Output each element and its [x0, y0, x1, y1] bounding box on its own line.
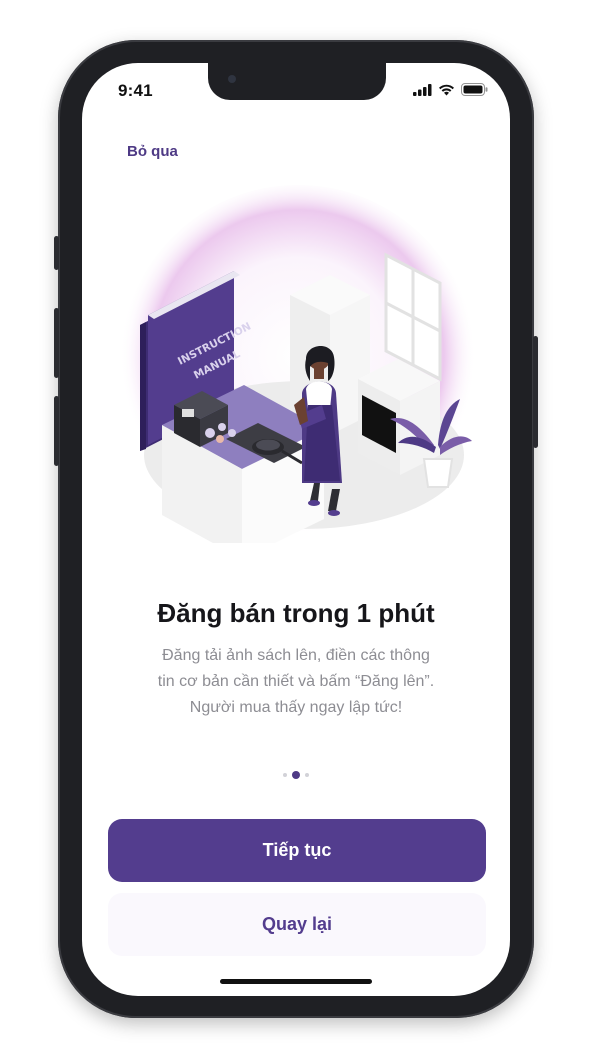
- page-dot-1[interactable]: [283, 773, 287, 777]
- onboarding-title: Đăng bán trong 1 phút: [157, 598, 435, 628]
- front-camera: [228, 75, 236, 83]
- notch: [208, 63, 386, 100]
- phone-frame: 9:41 Bỏ qua INSTRUCTION MANUAL Đăng bán …: [54, 40, 538, 1018]
- back-button[interactable]: Quay lại: [108, 893, 486, 956]
- screen: 9:41 Bỏ qua INSTRUCTION MANUAL Đăng bán …: [82, 63, 510, 996]
- status-time: 9:41: [118, 81, 153, 100]
- wifi-icon: [439, 84, 454, 95]
- oven: [358, 359, 440, 475]
- cellular-signal-icon: [413, 83, 432, 96]
- description-line-1: Đăng tải ảnh sách lên, điền các thông: [162, 647, 430, 664]
- description-line-3: Người mua thấy ngay lập tức!: [189, 699, 403, 716]
- continue-button[interactable]: Tiếp tục: [108, 819, 486, 882]
- cooking-manual-illustration: INSTRUCTION MANUAL: [122, 185, 474, 543]
- home-indicator: [220, 979, 372, 984]
- power-button: [533, 336, 538, 448]
- volume-down-button: [54, 396, 59, 466]
- volume-up-button: [54, 308, 59, 378]
- status-icons: [413, 83, 488, 96]
- page-indicator: [82, 771, 510, 779]
- battery-icon: [461, 83, 488, 96]
- onboarding-description: Đăng tải ảnh sách lên, điền các thông ti…: [122, 643, 470, 721]
- page-dot-2[interactable]: [292, 771, 300, 779]
- mute-switch: [54, 236, 59, 270]
- page-dot-3[interactable]: [305, 773, 309, 777]
- description-line-2: tin cơ bản cần thiết và bấm “Đăng lên”.: [157, 673, 435, 690]
- skip-button[interactable]: Bỏ qua: [127, 143, 178, 160]
